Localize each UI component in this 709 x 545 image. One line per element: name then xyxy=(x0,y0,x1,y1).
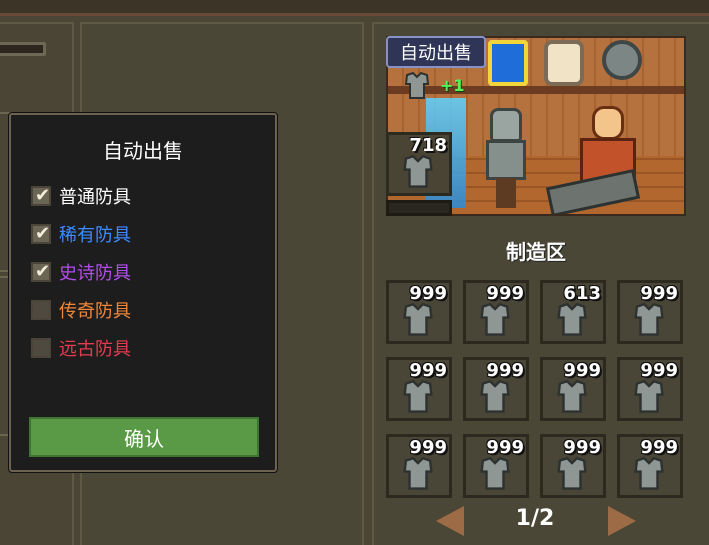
craft-area-title: 制造区 xyxy=(506,240,566,264)
option-label: 传奇防具 xyxy=(59,301,131,322)
armor-icon xyxy=(404,72,430,99)
shield-white-icon[interactable] xyxy=(544,40,584,86)
prev-page-arrow-icon[interactable] xyxy=(436,506,464,536)
armor-icon xyxy=(634,303,664,336)
option-label: 远古防具 xyxy=(59,339,131,360)
armor-icon xyxy=(403,303,433,336)
auto-sell-option[interactable]: ✔ 普通防具 xyxy=(31,185,131,208)
armor-icon xyxy=(480,380,510,413)
checkmark-icon: ✔ xyxy=(35,261,51,282)
slot-count: 613 xyxy=(563,283,601,304)
confirm-button[interactable]: 确认 xyxy=(29,417,259,457)
craft-slot[interactable]: 999 xyxy=(540,434,606,498)
slot-count: 999 xyxy=(486,283,524,304)
auto-sell-option[interactable]: ✔ 稀有防具 xyxy=(31,223,131,246)
auto-sell-button[interactable]: 自动出售 xyxy=(386,36,486,68)
armor-icon xyxy=(403,380,433,413)
option-label: 普通防具 xyxy=(59,187,131,208)
slot-count: 999 xyxy=(640,283,678,304)
checkbox[interactable]: ✔ xyxy=(31,262,51,282)
checkbox[interactable]: ✔ xyxy=(31,224,51,244)
slider-handle[interactable] xyxy=(0,42,46,56)
armor-mannequin xyxy=(486,108,526,208)
slot-count: 999 xyxy=(409,283,447,304)
next-page-arrow-icon[interactable] xyxy=(608,506,636,536)
bonus-label: +1 xyxy=(440,76,465,95)
craft-slot[interactable]: 999 xyxy=(463,280,529,344)
slot-count: 999 xyxy=(640,437,678,458)
slot-count: 999 xyxy=(563,360,601,381)
stock-progress-bar xyxy=(386,200,452,216)
craft-slot[interactable]: 999 xyxy=(540,357,606,421)
slot-count: 999 xyxy=(409,437,447,458)
craft-slot[interactable]: 999 xyxy=(386,357,452,421)
dialog-title: 自动出售 xyxy=(103,139,183,163)
armor-icon xyxy=(557,380,587,413)
option-label: 史诗防具 xyxy=(59,263,131,284)
checkbox[interactable] xyxy=(31,300,51,320)
checkbox[interactable] xyxy=(31,338,51,358)
top-bar xyxy=(0,0,709,16)
option-label: 稀有防具 xyxy=(59,225,131,246)
armor-icon xyxy=(557,303,587,336)
craft-slot[interactable]: 999 xyxy=(386,280,452,344)
armor-icon xyxy=(403,457,433,490)
armor-icon xyxy=(480,303,510,336)
shield-round-icon[interactable] xyxy=(602,40,642,80)
slot-count: 999 xyxy=(640,360,678,381)
stock-count: 718 xyxy=(409,135,447,156)
page-indicator: 1/2 xyxy=(515,506,555,531)
craft-slot[interactable]: 999 xyxy=(386,434,452,498)
stock-slot[interactable]: 718 xyxy=(386,132,452,196)
auto-sell-option[interactable]: 远古防具 xyxy=(31,337,131,360)
shelf xyxy=(388,86,684,94)
craft-slot[interactable]: 999 xyxy=(617,280,683,344)
craft-slot[interactable]: 999 xyxy=(463,357,529,421)
auto-sell-option[interactable]: 传奇防具 xyxy=(31,299,131,322)
craft-slot[interactable]: 613 xyxy=(540,280,606,344)
armor-icon xyxy=(480,457,510,490)
checkmark-icon: ✔ xyxy=(35,223,51,244)
slot-count: 999 xyxy=(563,437,601,458)
slot-count: 999 xyxy=(409,360,447,381)
craft-slot[interactable]: 999 xyxy=(463,434,529,498)
armor-icon xyxy=(634,457,664,490)
shield-blue-icon[interactable] xyxy=(488,40,528,86)
slot-count: 999 xyxy=(486,360,524,381)
armor-icon xyxy=(634,380,664,413)
slot-count: 999 xyxy=(486,437,524,458)
auto-sell-dialog: 自动出售 ✔ 普通防具 ✔ 稀有防具 ✔ 史诗防具传奇防具远古防具 确认 xyxy=(9,113,277,472)
armor-icon xyxy=(557,457,587,490)
checkbox[interactable]: ✔ xyxy=(31,186,51,206)
craft-slot[interactable]: 999 xyxy=(617,357,683,421)
auto-sell-option[interactable]: ✔ 史诗防具 xyxy=(31,261,131,284)
armor-icon xyxy=(403,155,433,188)
craft-slot[interactable]: 999 xyxy=(617,434,683,498)
checkmark-icon: ✔ xyxy=(35,185,51,206)
